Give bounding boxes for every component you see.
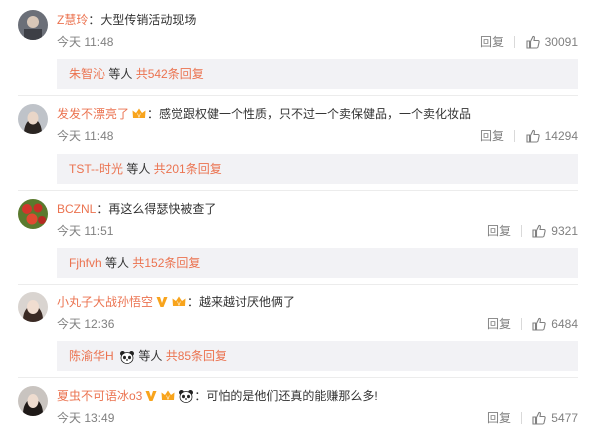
reply-user-link[interactable]: Fjhfvh [69, 256, 102, 270]
comment-line: Z慧玲：大型传销活动现场 [57, 11, 196, 29]
vip-crown-icon[interactable]: V [160, 389, 176, 403]
divider [514, 130, 515, 142]
like-button[interactable]: 9321 [532, 222, 578, 240]
panda-icon [119, 350, 135, 364]
yellow-v-icon[interactable] [144, 389, 158, 403]
vip-crown-icon[interactable]: V [131, 107, 147, 121]
username-link[interactable]: Z慧玲 [57, 11, 88, 29]
reply-button[interactable]: 回复 [487, 222, 511, 240]
reply-summary-text: 等人 [135, 349, 166, 363]
reply-summary[interactable]: 朱智沁 等人 共542条回复 [57, 59, 578, 89]
thumbs-up-icon [532, 411, 546, 425]
comment-meta: 今天 11:48 回复 14294 [57, 127, 578, 145]
username-link[interactable]: BCZNL [57, 200, 96, 218]
more-replies-link[interactable]: 共201条回复 [154, 162, 222, 176]
like-count: 14294 [544, 129, 578, 143]
svg-text:V: V [177, 302, 181, 308]
reply-summary[interactable]: TST--时光 等人 共201条回复 [57, 154, 578, 184]
username-link[interactable]: 夏虫不可语冰o3 [57, 387, 142, 405]
avatar[interactable] [18, 104, 48, 134]
more-replies-link[interactable]: 共542条回复 [136, 67, 204, 81]
svg-text:V: V [167, 396, 171, 402]
timestamp: 今天 11:48 [57, 129, 114, 143]
comment-text: 再这么得瑟快被查了 [108, 202, 217, 216]
svg-text:V: V [137, 114, 141, 120]
thumbs-up-icon [532, 224, 546, 238]
divider [521, 412, 522, 424]
username-link[interactable]: 发发不漂亮了 [57, 105, 129, 123]
colon: ： [187, 295, 200, 309]
comment-text: 大型传销活动现场 [100, 13, 197, 27]
comment-meta: 今天 12:36 回复 6484 [57, 315, 578, 333]
colon: ： [96, 202, 109, 216]
timestamp: 今天 12:36 [57, 317, 115, 331]
like-count: 9321 [551, 224, 578, 238]
timestamp: 今天 11:48 [57, 35, 114, 49]
colon: ： [147, 107, 160, 121]
timestamp: 今天 11:51 [57, 224, 114, 238]
more-replies-link[interactable]: 共152条回复 [132, 256, 200, 270]
divider [18, 190, 578, 191]
like-button[interactable]: 5477 [532, 409, 578, 427]
panda-icon [178, 389, 194, 403]
divider [514, 36, 515, 48]
thumbs-up-icon [526, 35, 540, 49]
reply-button[interactable]: 回复 [480, 33, 504, 51]
reply-summary[interactable]: Fjhfvh 等人 共152条回复 [57, 248, 578, 278]
reply-button[interactable]: 回复 [487, 315, 511, 333]
more-replies-link[interactable]: 共85条回复 [166, 349, 227, 363]
comment-text: 感觉跟权健一个性质，只不过一个卖保健品，一个卖化妆品 [159, 107, 472, 121]
reply-button[interactable]: 回复 [487, 409, 511, 427]
reply-summary-text: 等人 [101, 256, 133, 270]
reply-summary[interactable]: 陈渝华H 等人 共85条回复 [57, 341, 578, 371]
comment-meta: 今天 13:49 回复 5477 [57, 409, 578, 427]
avatar[interactable] [18, 10, 48, 40]
like-count: 5477 [551, 411, 578, 425]
avatar[interactable] [18, 199, 48, 229]
comment-line: 小丸子大战孙悟空 V ：越来越讨厌他俩了 [57, 293, 295, 311]
divider [521, 225, 522, 237]
reply-button[interactable]: 回复 [480, 127, 504, 145]
comment-line: BCZNL：再这么得瑟快被查了 [57, 200, 216, 218]
reply-summary-text: 等人 [105, 67, 136, 81]
comment-meta: 今天 11:51 回复 9321 [57, 222, 578, 240]
comment-text: 可怕的是他们还真的能赚那么多! [206, 389, 378, 403]
divider [521, 318, 522, 330]
colon: ： [194, 389, 207, 403]
comment-line: 夏虫不可语冰o3 V ：可怕的是他们还真的能赚那么多! [57, 387, 378, 405]
reply-user-link[interactable]: TST--时光 [69, 162, 123, 176]
thumbs-up-icon [526, 129, 540, 143]
divider [18, 284, 578, 285]
comment-text: 越来越讨厌他俩了 [199, 295, 296, 309]
divider [18, 95, 578, 96]
reply-user-link[interactable]: 朱智沁 [69, 67, 105, 81]
like-count: 30091 [544, 35, 578, 49]
reply-summary-text: 等人 [123, 162, 154, 176]
vip-crown-icon[interactable]: V [171, 295, 187, 309]
thumbs-up-icon [532, 317, 546, 331]
timestamp: 今天 13:49 [57, 411, 115, 425]
comment-meta: 今天 11:48 回复 30091 [57, 33, 578, 51]
reply-user-link[interactable]: 陈渝华H [69, 349, 114, 363]
like-count: 6484 [551, 317, 578, 331]
like-button[interactable]: 6484 [532, 315, 578, 333]
username-link[interactable]: 小丸子大战孙悟空 [57, 293, 153, 311]
comment-line: 发发不漂亮了 V ：感觉跟权健一个性质，只不过一个卖保健品，一个卖化妆品 [57, 105, 471, 123]
like-button[interactable]: 30091 [526, 33, 578, 51]
avatar[interactable] [18, 292, 48, 322]
colon: ： [88, 13, 101, 27]
divider [18, 377, 578, 378]
avatar[interactable] [18, 386, 48, 416]
yellow-v-icon[interactable] [155, 295, 169, 309]
like-button[interactable]: 14294 [526, 127, 578, 145]
